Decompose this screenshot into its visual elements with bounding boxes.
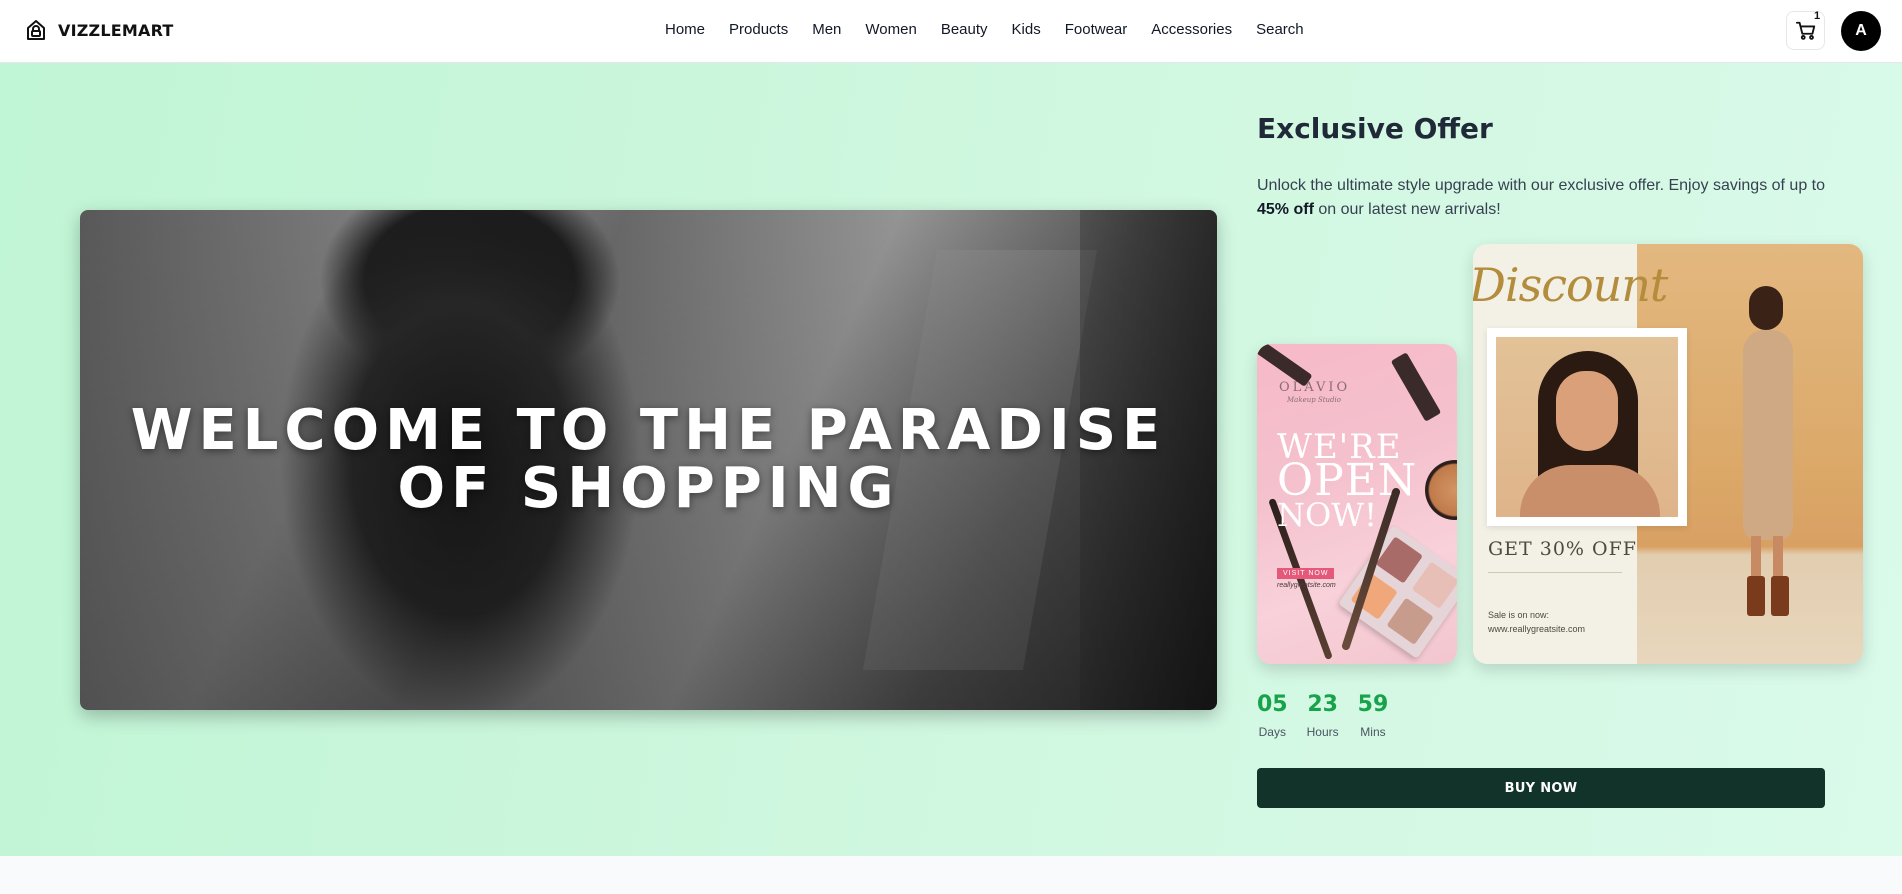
offer-title: Exclusive Offer [1257, 112, 1493, 145]
discount-divider [1488, 572, 1622, 573]
nav-link-home[interactable]: Home [665, 21, 705, 38]
discount-sale-line1: Sale is on now: [1488, 610, 1550, 620]
discount-sale-line2: www.reallygreatsite.com [1488, 624, 1586, 634]
promo-visit-tag: VISIT NOW [1277, 568, 1335, 579]
countdown-mins-label: Mins [1360, 725, 1386, 739]
promo-open-text: WE'RE OPEN NOW! [1277, 430, 1417, 532]
nav-link-search[interactable]: Search [1256, 21, 1304, 38]
countdown-days-label: Days [1258, 725, 1286, 739]
cart-icon [1795, 21, 1815, 40]
brand-logo[interactable]: VIZZLEMART [24, 18, 173, 42]
hero-title-line1: WELCOME TO THE PARADISE [130, 398, 1167, 463]
hero-section: WELCOME TO THE PARADISE OF SHOPPING Excl… [0, 63, 1902, 856]
countdown-days-value: 05 [1257, 692, 1288, 717]
discount-sale-info: Sale is on now: www.reallygreatsite.com [1488, 608, 1585, 636]
brand-name: VIZZLEMART [58, 20, 174, 40]
buy-now-button[interactable]: BUY NOW [1257, 768, 1825, 808]
offer-description: Unlock the ultimate style upgrade with o… [1257, 174, 1827, 222]
portrait-frame [1487, 328, 1687, 526]
hero-video[interactable]: WELCOME TO THE PARADISE OF SHOPPING [80, 210, 1217, 710]
nav-link-kids[interactable]: Kids [1012, 21, 1041, 38]
nav-link-accessories[interactable]: Accessories [1151, 21, 1232, 38]
countdown-mins: 59 Mins [1358, 691, 1389, 739]
fashion-model-image [1731, 286, 1801, 616]
promo-card-makeup[interactable]: OLAVIO Makeup Studio WE'RE OPEN NOW! VIS… [1257, 344, 1457, 664]
offer-desc-text: Unlock the ultimate style upgrade with o… [1257, 177, 1826, 194]
nav-link-footwear[interactable]: Footwear [1065, 21, 1128, 38]
cart-count-badge: 1 [1814, 10, 1821, 22]
hero-title: WELCOME TO THE PARADISE OF SHOPPING [80, 402, 1217, 518]
promo-open-line2: OPEN [1277, 455, 1418, 506]
nav-link-products[interactable]: Products [729, 21, 788, 38]
promo-card-discount[interactable]: Discount GET 30% OFF Sale is on now: www… [1473, 244, 1863, 664]
countdown-mins-value: 59 [1357, 692, 1389, 717]
hero-title-line2: OF SHOPPING [397, 456, 900, 521]
nav-link-women[interactable]: Women [865, 21, 916, 38]
lipstick-image [1390, 352, 1442, 422]
next-section [0, 856, 1902, 894]
countdown-hours-value: 23 [1307, 692, 1338, 717]
discount-headline: GET 30% OFF [1488, 538, 1637, 560]
discount-script-title: Discount [1473, 258, 1668, 312]
user-avatar[interactable]: A [1841, 11, 1881, 51]
portrait-image [1496, 337, 1678, 517]
eyeshadow-palette-image [1338, 525, 1457, 659]
countdown-hours-label: Hours [1306, 725, 1339, 739]
navbar: VIZZLEMART Home Products Men Women Beaut… [0, 0, 1902, 63]
offer-desc-highlight: 45% off [1257, 201, 1314, 218]
promo-website: reallygreatsite.com [1277, 582, 1336, 589]
countdown-days: 05 Days [1257, 691, 1288, 739]
offer-countdown: 05 Days 23 Hours 59 Mins [1257, 691, 1388, 739]
main-nav: Home Products Men Women Beauty Kids Foot… [665, 21, 1304, 38]
promo-brand: OLAVIO [1279, 380, 1351, 395]
compact-powder-image [1425, 460, 1457, 520]
countdown-hours: 23 Hours [1307, 691, 1339, 739]
shop-bag-icon [27, 20, 45, 40]
nav-link-beauty[interactable]: Beauty [941, 21, 988, 38]
promo-brand-sub: Makeup Studio [1287, 396, 1341, 404]
offer-desc-tail: on our latest new arrivals! [1313, 201, 1501, 218]
nav-link-men[interactable]: Men [812, 21, 841, 38]
